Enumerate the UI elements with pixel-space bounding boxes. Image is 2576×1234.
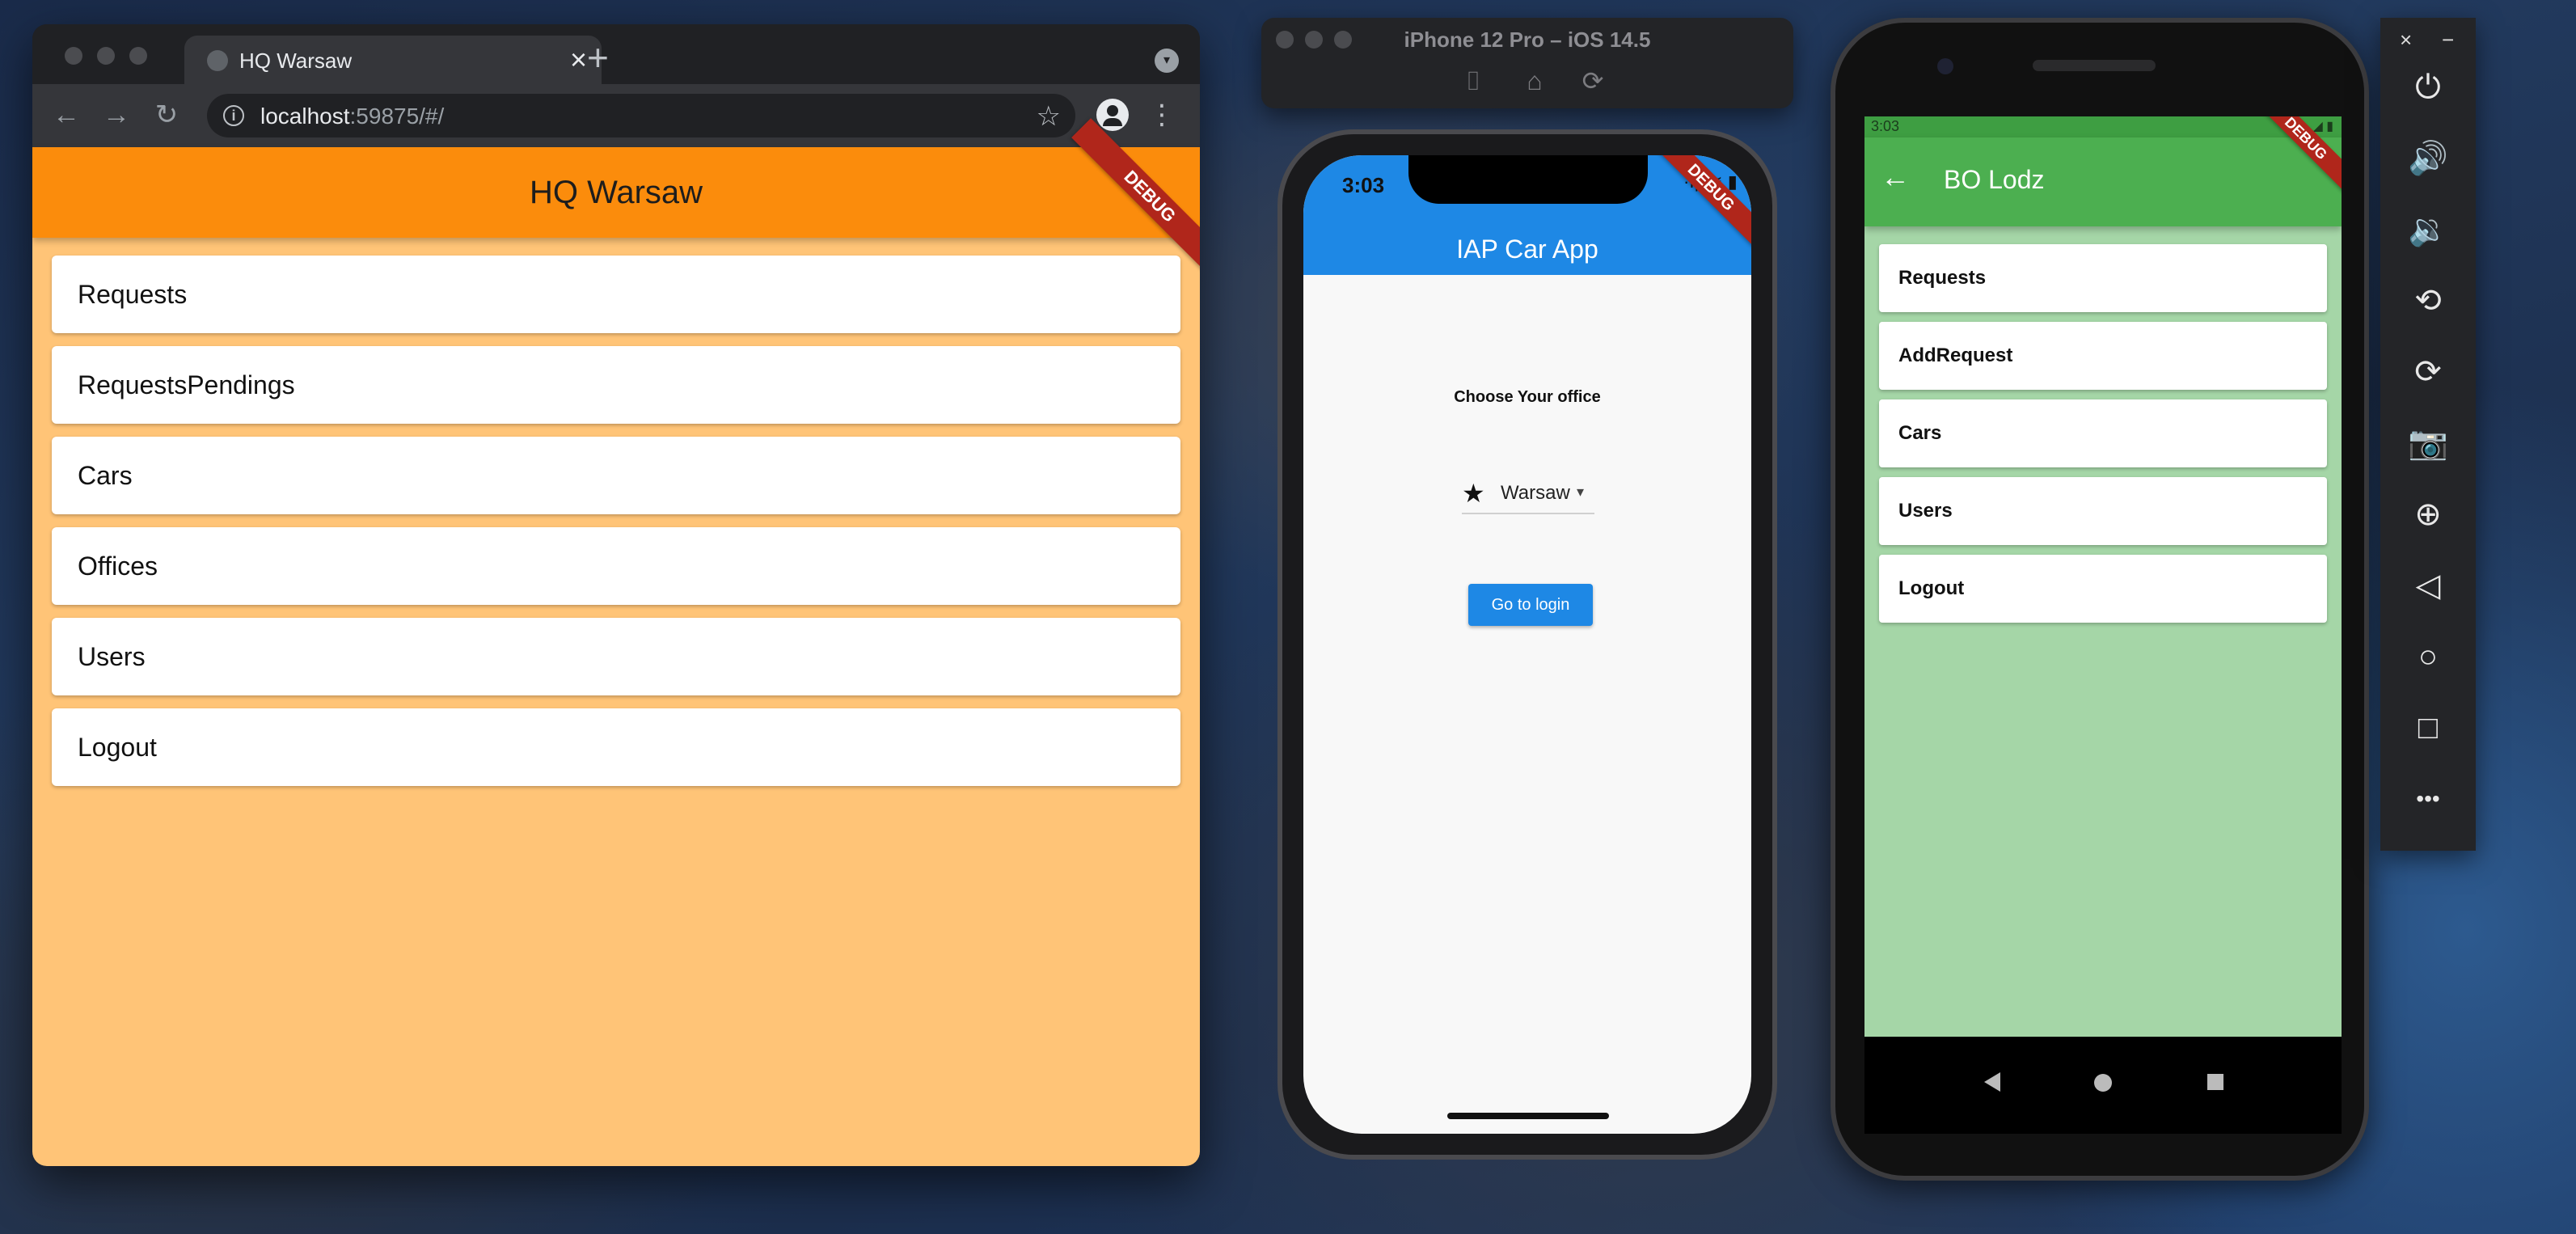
menu-item-add-request[interactable]: AddRequest [1879, 322, 2327, 390]
url-text[interactable]: localhost:59875/#/ [260, 104, 444, 129]
menu-item-users[interactable]: Users [1879, 477, 2327, 545]
forward-icon[interactable]: → [99, 97, 134, 133]
tab-title: HQ Warsaw [239, 49, 353, 73]
menu-item-label: Requests [1898, 267, 1987, 289]
menu-item-label: Logout [1898, 577, 1965, 599]
status-icons: ◢ ▮ [2312, 120, 2333, 133]
volume-down-icon[interactable]: 🔉 [2380, 205, 2476, 254]
menu-item-cars[interactable]: Cars [52, 437, 1180, 514]
close-tab-icon[interactable]: × [570, 44, 587, 76]
back-icon[interactable]: ◁ [2380, 561, 2476, 610]
dropdown-value: Warsaw [1501, 482, 1570, 504]
camera-icon[interactable]: 📷 [2380, 419, 2476, 467]
tab-strip: HQ Warsaw × + ▾ [32, 24, 1200, 84]
close-window-button[interactable] [65, 47, 82, 65]
menu-item-logout[interactable]: Logout [52, 708, 1180, 786]
menu-item-requests-pendings[interactable]: RequestsPendings [52, 346, 1180, 424]
web-app-bar: HQ Warsaw [32, 147, 1200, 238]
home-icon[interactable]: ○ [2380, 632, 2476, 681]
office-dropdown[interactable]: ★ Warsaw ▾ [1462, 479, 1594, 514]
menu-item-label: Logout [78, 733, 157, 762]
menu-item-label: Offices [78, 551, 158, 581]
back-icon[interactable]: ← [49, 97, 84, 133]
address-bar[interactable]: i localhost:59875/#/ ☆ [207, 94, 1075, 137]
menu-item-users[interactable]: Users [52, 618, 1180, 695]
overview-icon[interactable]: □ [2380, 704, 2476, 752]
android-screen: 3:03 ◢ ▮ ← BO Lodz DEBUG Requests AddReq… [1864, 116, 2342, 1037]
menu-item-label: Cars [78, 461, 133, 490]
profile-icon[interactable] [1096, 99, 1129, 131]
reload-icon[interactable]: ↻ [149, 97, 184, 133]
page-title: HQ Warsaw [529, 175, 703, 210]
menu-item-logout[interactable]: Logout [1879, 555, 2327, 623]
status-bar: 3:03 ◢ ▮ [1864, 116, 2342, 137]
android-nav-bar [1864, 1037, 2342, 1134]
zoom-window-button[interactable] [129, 47, 147, 65]
browser-window: HQ Warsaw × + ▾ ← → ↻ i localhost:59875/… [32, 24, 1200, 1166]
rotate-icon[interactable]: ⟳ [1577, 66, 1609, 95]
notch [1408, 155, 1648, 204]
close-icon[interactable]: × [2400, 27, 2412, 53]
iphone-device: 3:03 ·ı|l ≋ ▮ IAP Car App DEBUG Choose Y… [1277, 129, 1777, 1160]
android-device: 3:03 ◢ ▮ ← BO Lodz DEBUG Requests AddReq… [1831, 18, 2369, 1181]
url-path: :59875/#/ [349, 104, 445, 129]
nav-home-icon[interactable] [2094, 1074, 2112, 1092]
star-icon: ★ [1462, 479, 1485, 508]
volume-up-icon[interactable]: 🔊 [2380, 134, 2476, 183]
minimize-window-button[interactable] [97, 47, 115, 65]
menu-item-requests[interactable]: Requests [1879, 244, 2327, 312]
iphone-screen: 3:03 ·ı|l ≋ ▮ IAP Car App DEBUG Choose Y… [1303, 155, 1751, 1134]
front-camera [1937, 58, 1953, 74]
menu-item-label: Cars [1898, 422, 1942, 444]
simulator-title: iPhone 12 Pro – iOS 14.5 [1404, 27, 1651, 52]
menu-list: Requests RequestsPendings Cars Offices U… [52, 256, 1180, 799]
more-icon[interactable]: ••• [2380, 775, 2476, 823]
android-app-bar: ← BO Lodz [1864, 137, 2342, 226]
browser-toolbar: ← → ↻ i localhost:59875/#/ ☆ ⋮ [32, 84, 1200, 147]
power-icon[interactable]: ⏻ [2380, 63, 2476, 112]
new-tab-button[interactable]: + [587, 39, 609, 76]
ios-simulator-titlebar: iPhone 12 Pro – iOS 14.5 ⌷ ⌂ ⟳ [1261, 18, 1793, 108]
emulator-control-panel: × − ⏻ 🔊 🔉 ⟲ ⟳ 📷 ⊕ ◁ ○ □ ••• [2380, 18, 2476, 851]
home-icon[interactable]: ⌂ [1518, 66, 1551, 95]
menu-item-cars[interactable]: Cars [1879, 399, 2327, 467]
globe-icon [207, 50, 228, 71]
menu-item-label: Users [78, 642, 146, 671]
menu-item-label: Requests [78, 280, 188, 309]
menu-item-requests[interactable]: Requests [52, 256, 1180, 333]
chrome-menu-icon[interactable]: ⋮ [1148, 99, 1176, 131]
minimize-icon[interactable]: − [2442, 27, 2454, 53]
menu-item-offices[interactable]: Offices [52, 527, 1180, 605]
browser-tab[interactable]: HQ Warsaw × [184, 36, 602, 84]
web-app-content: HQ Warsaw DEBUG Requests RequestsPending… [32, 118, 1200, 1166]
home-indicator[interactable] [1447, 1113, 1609, 1119]
rotate-right-icon[interactable]: ⟳ [2380, 348, 2476, 396]
menu-list: Requests AddRequest Cars Users Logout [1879, 244, 2327, 632]
app-title: IAP Car App [1456, 235, 1598, 264]
status-time: 3:03 [1871, 118, 1900, 134]
menu-item-label: AddRequest [1898, 344, 2013, 366]
tab-search-icon[interactable]: ▾ [1155, 49, 1179, 73]
info-icon[interactable]: i [223, 105, 244, 126]
bookmark-star-icon[interactable]: ☆ [1037, 100, 1061, 133]
nav-back-icon[interactable] [1984, 1072, 2000, 1092]
zoom-icon[interactable]: ⊕ [2380, 490, 2476, 539]
menu-item-label: Users [1898, 500, 1953, 522]
back-arrow-icon[interactable]: ← [1881, 160, 1910, 194]
url-host: localhost [260, 104, 350, 129]
app-title: BO Lodz [1944, 165, 2045, 194]
chevron-down-icon: ▾ [1577, 484, 1585, 500]
choose-office-label: Choose Your office [1454, 388, 1601, 406]
go-to-login-button[interactable]: Go to login [1468, 584, 1593, 626]
nav-recents-icon[interactable] [2207, 1074, 2223, 1090]
menu-item-label: RequestsPendings [78, 370, 295, 399]
rotate-left-icon[interactable]: ⟲ [2380, 277, 2476, 325]
speaker-grille [2033, 60, 2156, 71]
status-time: 3:03 [1342, 173, 1385, 197]
screenshot-icon[interactable]: ⌷ [1457, 66, 1489, 95]
